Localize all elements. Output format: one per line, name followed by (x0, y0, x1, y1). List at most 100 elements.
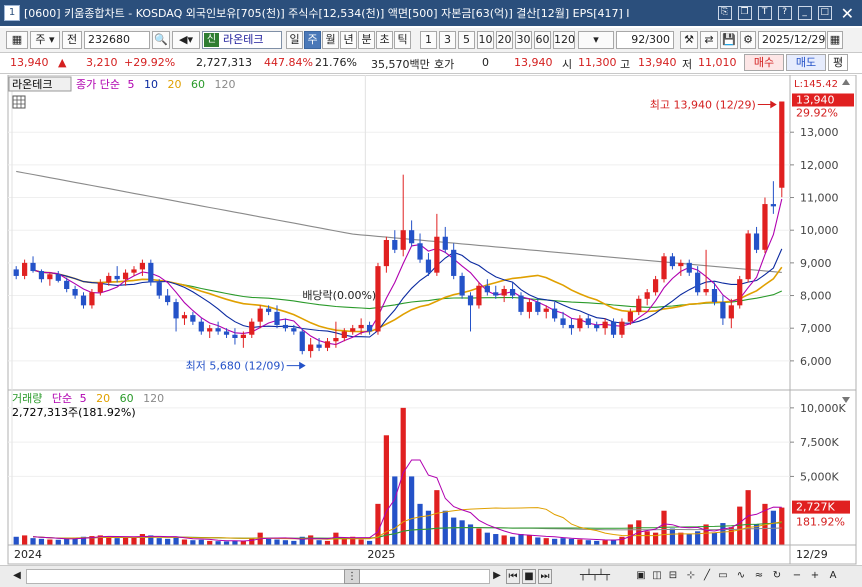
volume-bar (358, 539, 364, 545)
curve-tool-icon[interactable]: ∿ (734, 569, 748, 584)
volume-legend-ma60: 60 (120, 392, 134, 405)
line-tool-icon[interactable]: ╱ (700, 569, 714, 584)
candle-body (652, 279, 659, 293)
volume-bar (207, 540, 213, 545)
eval-button[interactable]: 평 (828, 54, 848, 71)
candle-body (568, 324, 575, 329)
volume-bar (577, 539, 583, 545)
scroll-track[interactable] (26, 569, 490, 584)
legend-ma60: 60 (191, 78, 205, 91)
price-chart[interactable]: 6,000 7,000 8,000 9,000 10,000 11,000 12,000 13… (0, 75, 862, 565)
volume-legend-ma20: 20 (96, 392, 110, 405)
calendar-icon[interactable]: ▦ (827, 31, 843, 49)
period-tab-3[interactable]: 년 (340, 31, 357, 49)
magnet-icon[interactable]: ⊟ (666, 569, 680, 584)
panel-merge-icon[interactable]: ◫ (650, 569, 664, 584)
volume-bar (661, 510, 667, 545)
zoom-in-button[interactable]: + (808, 569, 822, 584)
volume-bar (47, 539, 53, 545)
candle-body (417, 243, 423, 260)
volume-tick-label: 5,000K (800, 470, 839, 483)
minimize-icon[interactable]: _ (797, 6, 812, 20)
scroll-thumb[interactable]: ⋮ (344, 569, 360, 584)
compare-icon[interactable]: ⇄ (700, 31, 718, 49)
period-tab-4[interactable]: 분 (358, 31, 375, 49)
candle-body (22, 262, 28, 276)
window-number[interactable]: 1 (4, 5, 20, 21)
scroll-right-arrow[interactable]: ▶ (490, 569, 504, 584)
volume-bar (375, 503, 381, 545)
save-icon[interactable]: 💾 (720, 31, 738, 49)
volume-bar (568, 538, 575, 545)
zoom-reset-button[interactable]: A (826, 569, 840, 584)
interval-button-60[interactable]: 60 (534, 31, 551, 49)
volume-bar (165, 538, 171, 545)
ruler-tool-icon[interactable]: ▭ (716, 569, 730, 584)
interval-button-1[interactable]: 1 (420, 31, 437, 49)
period-tab-6[interactable]: 틱 (394, 31, 411, 49)
buy-button[interactable]: 매수 (744, 54, 784, 71)
interval-button-5[interactable]: 5 (458, 31, 475, 49)
candle-body (173, 302, 179, 319)
candle-body (543, 308, 549, 312)
interval-button-10[interactable]: 10 (477, 31, 494, 49)
interval-button-3[interactable]: 3 (439, 31, 456, 49)
period-tab-1[interactable]: 주 (304, 31, 321, 49)
scroll-left-arrow[interactable]: ◀ (10, 569, 24, 584)
prev-button[interactable]: 전 (62, 31, 82, 49)
volume-tick-label: 7,500K (800, 436, 839, 449)
help-icon[interactable]: ? (777, 6, 792, 20)
volume-bar (552, 538, 558, 545)
interval-button-120[interactable]: 120 (553, 31, 575, 49)
refresh-icon[interactable]: ↻ (770, 569, 784, 584)
price-tick-label: 12,000 (800, 159, 839, 172)
candle-body (232, 334, 238, 338)
layout-icon[interactable]: ▦ (6, 31, 28, 49)
candle-body (13, 269, 19, 276)
stock-code-input[interactable]: 232680 (84, 31, 150, 49)
sell-button[interactable]: 매도 (786, 54, 826, 71)
candle-body (400, 230, 406, 250)
cursor-icon[interactable]: ⊹ (684, 569, 698, 584)
period-tab-2[interactable]: 월 (322, 31, 339, 49)
settings-gear-icon[interactable]: ⚙ (740, 31, 756, 49)
close-icon[interactable]: ✕ (841, 4, 854, 23)
custom-interval-select[interactable]: ▾ (578, 31, 614, 49)
pin-icon[interactable]: T (757, 6, 772, 20)
panel-split-icon[interactable]: ▣ (634, 569, 648, 584)
price-tick-label: 11,000 (800, 192, 839, 205)
volume-speaker-icon[interactable]: ◀▾ (172, 31, 200, 49)
indicator-icon[interactable]: ⚒ (680, 31, 698, 49)
volume-bar (711, 532, 718, 545)
search-icon[interactable]: 🔍 (152, 31, 170, 49)
price-tick-label: 8,000 (800, 290, 832, 303)
candle-body (610, 321, 617, 335)
volume-bar (779, 507, 785, 545)
period-tab-0[interactable]: 일 (286, 31, 303, 49)
period-select[interactable]: 주 ▾ (30, 31, 60, 49)
high-label: 고 (620, 58, 631, 71)
volume-bar (501, 535, 507, 545)
horizontal-scrollbar[interactable]: ◀ ⋮ ▶ ⏮ ■ ⏭ ┬┴┬┴┬ ▣ ◫ ⊟ ⊹ ╱ ▭ ∿ ≈ ↻ − + … (0, 565, 862, 587)
stop-icon[interactable]: ■ (522, 569, 536, 584)
period-tab-5[interactable]: 초 (376, 31, 393, 49)
jump-end-icon[interactable]: ⏭ (538, 569, 552, 584)
count-input[interactable]: 92/300 (616, 31, 674, 49)
candle-body (560, 318, 566, 325)
stock-name-field[interactable]: 신 라온테크 (202, 31, 282, 49)
volume-bar (484, 532, 490, 545)
zoom-out-button[interactable]: − (790, 569, 804, 584)
link-icon[interactable]: ⎘ (717, 6, 732, 20)
low-annotation: 최저 5,680 (12/09) (186, 360, 285, 373)
candle-body (753, 233, 760, 250)
interval-button-30[interactable]: 30 (515, 31, 532, 49)
wave-tool-icon[interactable]: ≈ (752, 569, 766, 584)
turnover-rate: 21.76% (315, 56, 357, 69)
zoom-ruler-icon[interactable]: ┬┴┬┴┬ (560, 569, 630, 584)
grid-toggle-icon[interactable] (12, 95, 26, 109)
copy-icon[interactable]: ❐ (737, 6, 752, 20)
date-input[interactable]: 2025/12/29 (758, 31, 826, 49)
interval-button-20[interactable]: 20 (496, 31, 513, 49)
jump-start-icon[interactable]: ⏮ (506, 569, 520, 584)
restore-icon[interactable]: □ (817, 6, 832, 20)
